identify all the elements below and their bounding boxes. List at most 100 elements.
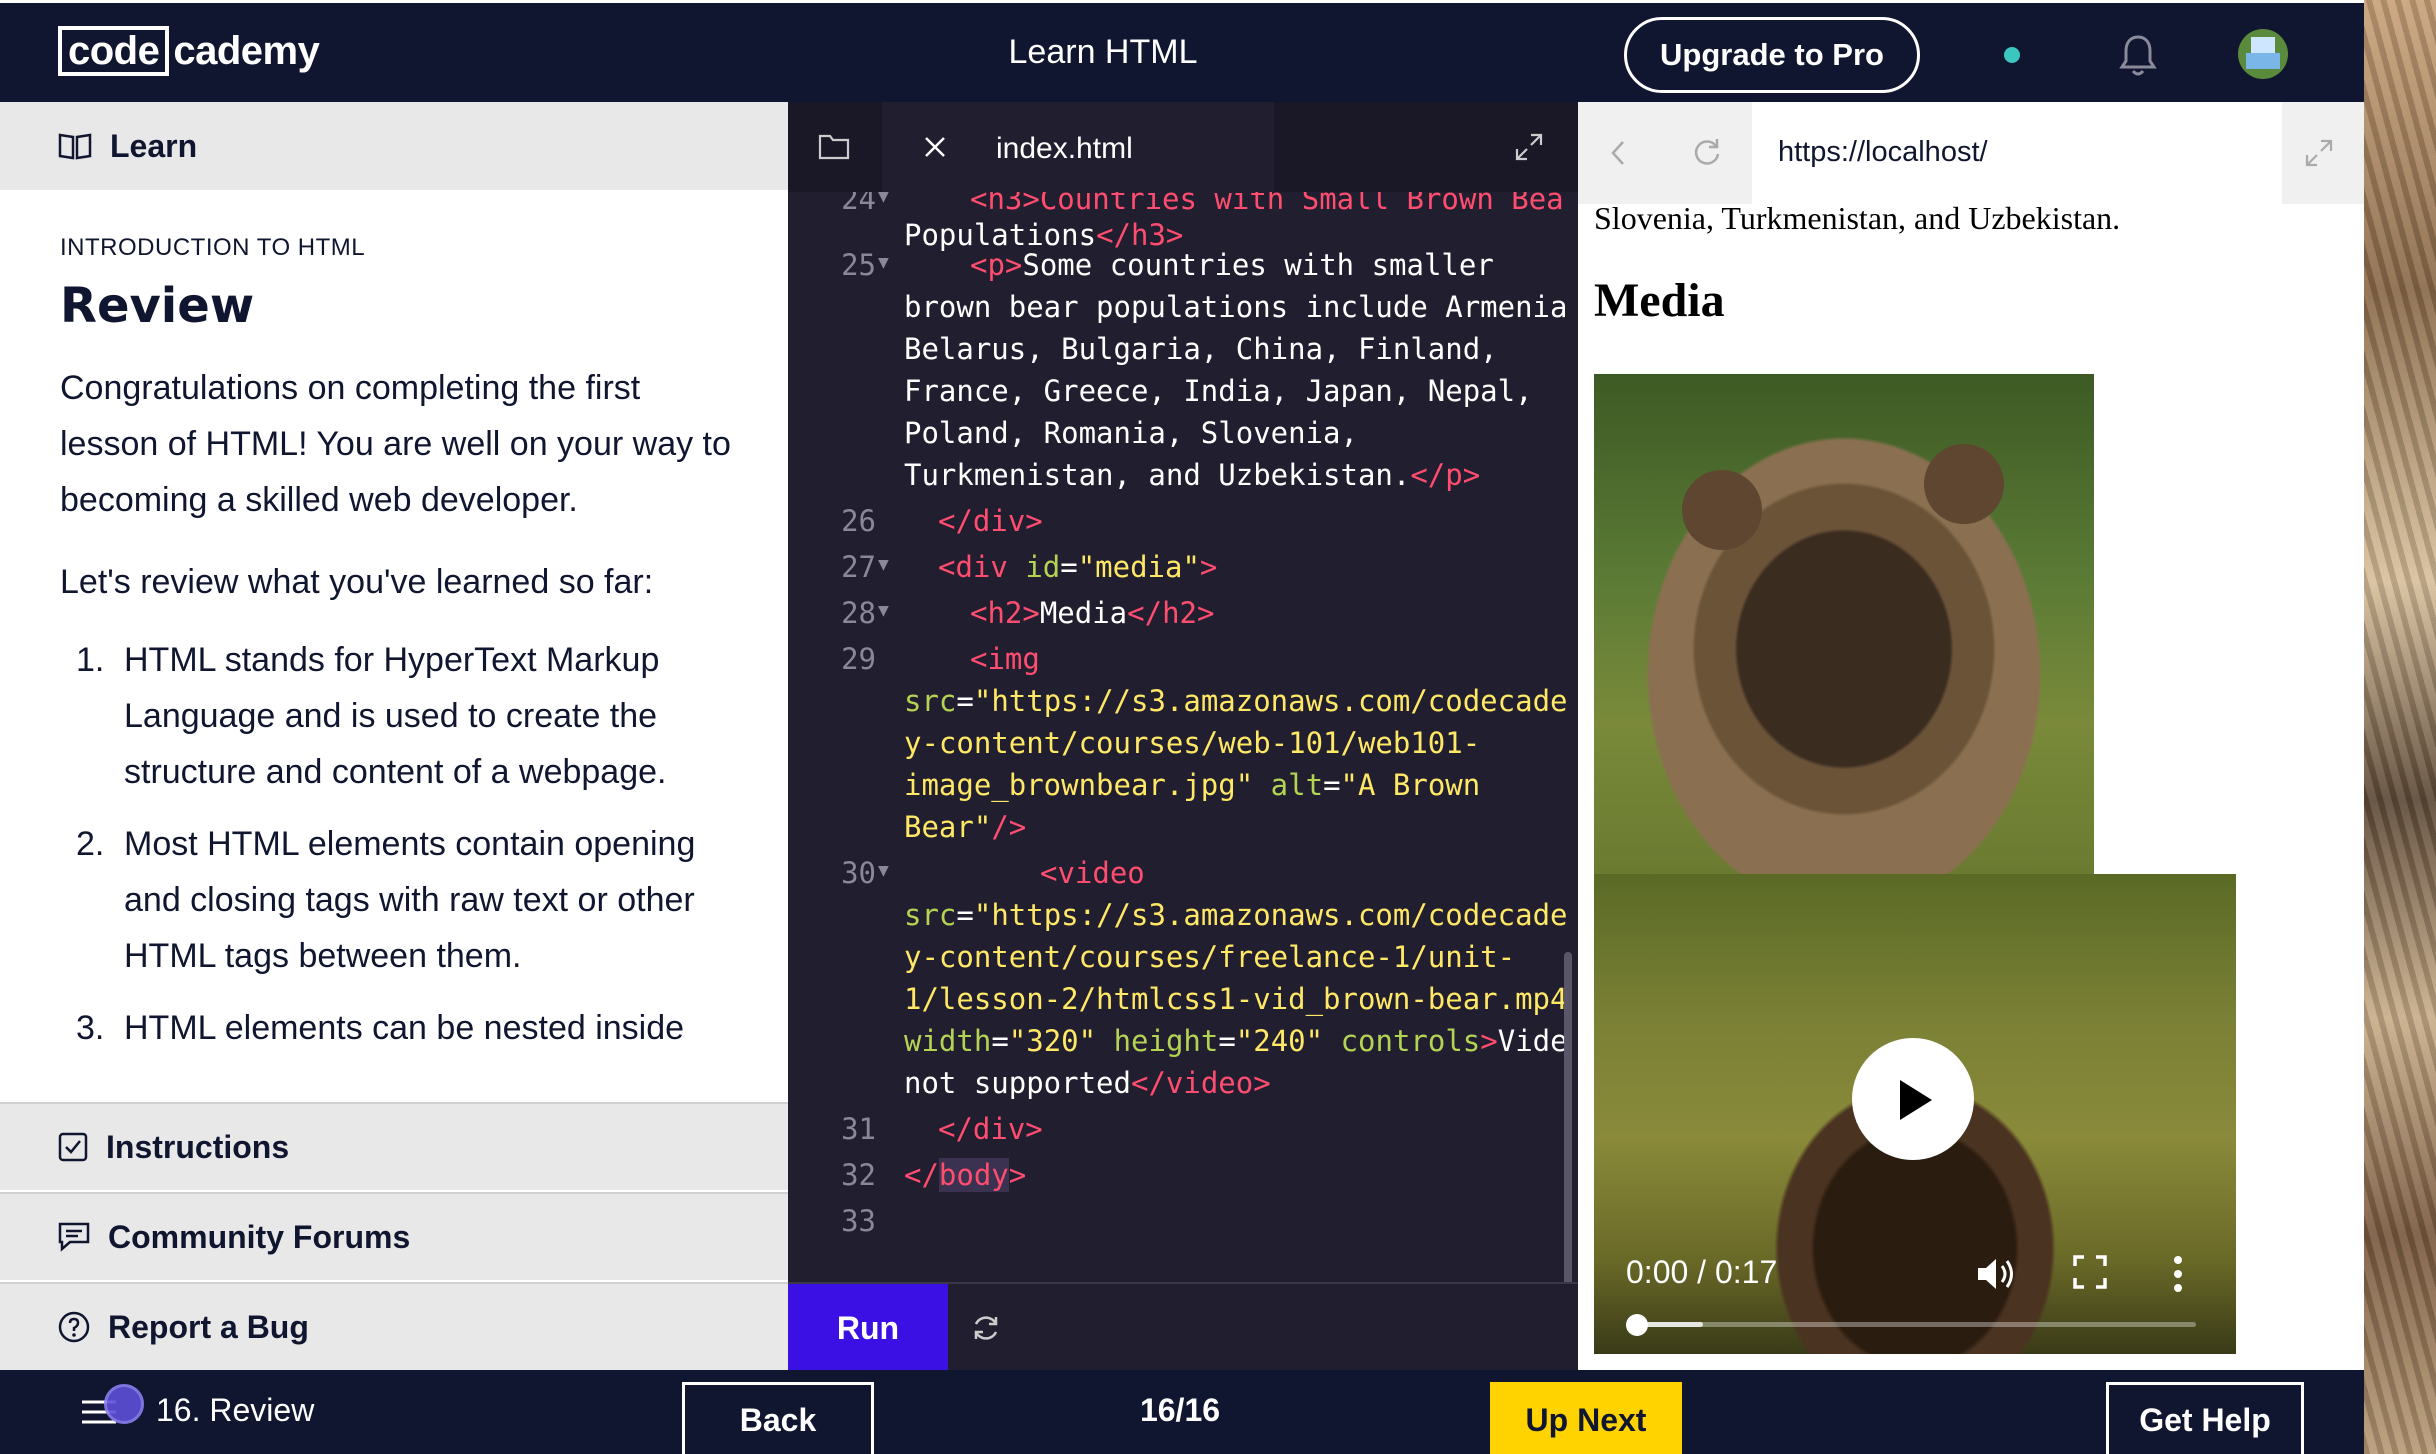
- reset-icon[interactable]: [970, 1312, 1002, 1344]
- fullscreen-icon[interactable]: [2072, 1254, 2108, 1290]
- user-avatar[interactable]: [2238, 29, 2288, 79]
- lesson-title: Review: [60, 278, 255, 334]
- url-text: https://localhost/: [1778, 136, 1988, 168]
- line-number: 28: [841, 596, 876, 630]
- more-options-icon[interactable]: [2172, 1254, 2184, 1294]
- code-line: </body>: [904, 1158, 1026, 1192]
- video-progress-bar[interactable]: [1636, 1322, 2196, 1327]
- status-dot-icon: [2004, 47, 2020, 63]
- code-line: src="https://s3.amazonaws.com/codecadem: [904, 898, 1568, 932]
- line-number: 31: [841, 1112, 876, 1146]
- expand-icon[interactable]: [2304, 138, 2334, 168]
- checkbox-icon: [58, 1132, 88, 1162]
- community-forums-section[interactable]: Community Forums: [0, 1192, 788, 1280]
- volume-icon[interactable]: [1974, 1254, 2018, 1294]
- fold-arrow-icon[interactable]: ▼: [878, 554, 889, 575]
- intro-paragraph: Congratulations on completing the first …: [60, 369, 731, 519]
- code-line: </div>: [938, 504, 1043, 538]
- lesson-label[interactable]: 16. Review: [156, 1392, 314, 1429]
- fold-arrow-icon[interactable]: ▼: [878, 860, 889, 881]
- code-string: "https://s3.amazonaws.com/codecadem: [973, 684, 1568, 718]
- fold-arrow-icon[interactable]: ▼: [878, 600, 889, 621]
- code-line: <img: [970, 642, 1040, 676]
- chevron-left-icon[interactable]: [1608, 138, 1628, 168]
- background-photo: [2364, 0, 2436, 1454]
- preview-heading: Media: [1594, 274, 1725, 327]
- play-icon[interactable]: [1852, 1038, 1974, 1160]
- line-number: 26: [841, 504, 876, 538]
- code-line: <h3>Countries with Small Brown Bear: [970, 192, 1568, 216]
- upgrade-button[interactable]: Upgrade to Pro: [1624, 17, 1920, 93]
- code-line: Populations</h3>: [904, 218, 1183, 252]
- list-item: 1. HTML stands for HyperText Markup Lang…: [60, 632, 740, 800]
- reload-icon[interactable]: [1692, 136, 1722, 166]
- code-tag: body: [938, 1158, 1009, 1192]
- code-string: "A Brown: [1340, 768, 1481, 802]
- get-help-button[interactable]: Get Help: [2106, 1382, 2304, 1454]
- code-tag: <h2>: [970, 596, 1040, 630]
- code-string: Bear": [904, 810, 992, 844]
- list-item: 2. Most HTML elements contain opening an…: [60, 816, 740, 984]
- instructions-label: Instructions: [106, 1128, 290, 1165]
- fold-arrow-icon[interactable]: ▼: [878, 252, 889, 273]
- run-button[interactable]: Run: [788, 1284, 948, 1372]
- code-tag: <div: [938, 550, 1008, 584]
- code-line: Belarus, Bulgaria, China, Finland,: [904, 332, 1498, 366]
- code-editor: index.html 24 ▼ <h3>Countries with Small…: [788, 102, 1578, 1382]
- brown-bear-video[interactable]: 0:00 / 0:17: [1594, 874, 2236, 1354]
- code-line: <video: [1040, 856, 1145, 890]
- learn-tab[interactable]: Learn: [0, 102, 788, 190]
- code-line: Bear"/>: [904, 810, 1026, 844]
- code-line: src="https://s3.amazonaws.com/codecadem: [904, 684, 1568, 718]
- fold-arrow-icon[interactable]: ▼: [878, 192, 889, 207]
- code-line: width="320" height="240" controls>Video: [904, 1024, 1568, 1058]
- list-item-text: Most HTML elements contain opening and c…: [124, 825, 696, 975]
- video-progress-knob[interactable]: [1626, 1314, 1648, 1336]
- preview-paragraph: Slovenia, Turkmenistan, and Uzbekistan.: [1594, 200, 2121, 236]
- bug-label: Report a Bug: [108, 1308, 309, 1345]
- up-next-button[interactable]: Up Next: [1490, 1382, 1682, 1454]
- code-line: y-content/courses/freelance-1/unit-: [904, 940, 1516, 974]
- instructions-section[interactable]: Instructions: [0, 1102, 788, 1190]
- video-time: 0:00 / 0:17: [1626, 1254, 1778, 1290]
- back-button[interactable]: Back: [682, 1382, 874, 1454]
- code-tag: />: [991, 810, 1027, 844]
- code-attr: height: [1113, 1024, 1219, 1058]
- line-number: 29: [841, 642, 876, 676]
- lesson-kicker: INTRODUCTION TO HTML: [60, 234, 366, 261]
- code-string: "240": [1235, 1024, 1324, 1058]
- close-icon[interactable]: [922, 134, 948, 160]
- code-line: <h2>Media</h2>: [970, 596, 1214, 630]
- report-bug-section[interactable]: Report a Bug: [0, 1282, 788, 1370]
- folder-icon[interactable]: [818, 132, 850, 160]
- editor-tab-bar: index.html: [788, 102, 1578, 192]
- preview-content: Slovenia, Turkmenistan, and Uzbekistan. …: [1594, 200, 2354, 1370]
- notification-bell-icon[interactable]: [2118, 33, 2158, 77]
- code-string: image_brownbear.jpg": [904, 768, 1254, 802]
- learn-tab-label: Learn: [110, 127, 198, 164]
- list-number: 2.: [76, 825, 105, 863]
- code-attr: alt: [1270, 768, 1324, 802]
- book-icon: [58, 133, 92, 160]
- code-text: Turkmenistan, and Uzbekistan.: [904, 458, 1411, 492]
- code-string: "https://s3.amazonaws.com/codecadem: [973, 898, 1568, 932]
- lesson-content: INTRODUCTION TO HTML Review Congratulati…: [60, 190, 740, 1202]
- lead-paragraph: Let's review what you've learned so far:: [60, 563, 654, 601]
- expand-icon[interactable]: [1514, 132, 1544, 162]
- code-tag: </video>: [1130, 1066, 1271, 1100]
- code-line: brown bear populations include Armenia,: [904, 290, 1568, 324]
- lesson-panel: Learn INTRODUCTION TO HTML Review Congra…: [0, 102, 788, 1370]
- code-tag: </h3>: [1096, 218, 1184, 252]
- code-string: "320": [1008, 1024, 1097, 1058]
- code-area[interactable]: 24 ▼ <h3>Countries with Small Brown Bear…: [788, 192, 1568, 1282]
- code-attr: src: [904, 684, 957, 718]
- page-count: 16/16: [1139, 1392, 1221, 1428]
- list-item: 3. HTML elements can be nested inside: [60, 1000, 740, 1056]
- code-line: 1/lesson-2/htmlcss1-vid_brown-bear.mp4": [904, 982, 1568, 1016]
- code-line: y-content/courses/web-101/web101-: [904, 726, 1481, 760]
- code-line: image_brownbear.jpg" alt="A Brown: [904, 768, 1481, 802]
- code-tag: </h2>: [1127, 596, 1215, 630]
- file-tab-index[interactable]: index.html: [882, 102, 1274, 192]
- line-number: 33: [841, 1204, 876, 1238]
- top-header: code cademy Learn HTML Upgrade to Pro: [0, 0, 2364, 102]
